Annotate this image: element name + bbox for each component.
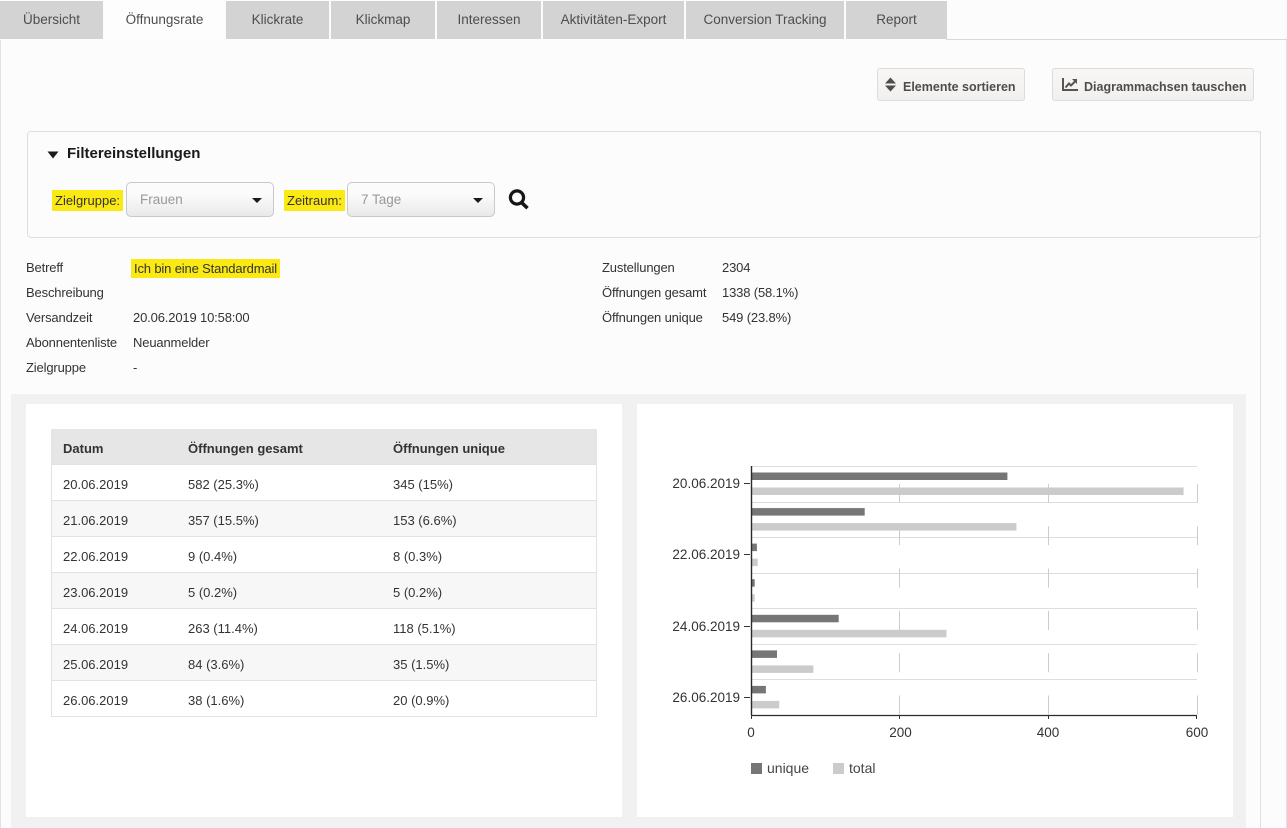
svg-text:20.06.2019: 20.06.2019	[672, 476, 740, 491]
svg-text:26.06.2019: 26.06.2019	[672, 690, 740, 705]
svg-text:total: total	[849, 760, 875, 776]
svg-text:200: 200	[889, 725, 912, 740]
svg-text:22.06.2019: 22.06.2019	[672, 547, 740, 562]
svg-text:unique: unique	[767, 760, 809, 776]
svg-text:24.06.2019: 24.06.2019	[672, 619, 740, 634]
svg-text:600: 600	[1186, 725, 1209, 740]
svg-text:400: 400	[1037, 725, 1060, 740]
svg-text:0: 0	[747, 725, 755, 740]
